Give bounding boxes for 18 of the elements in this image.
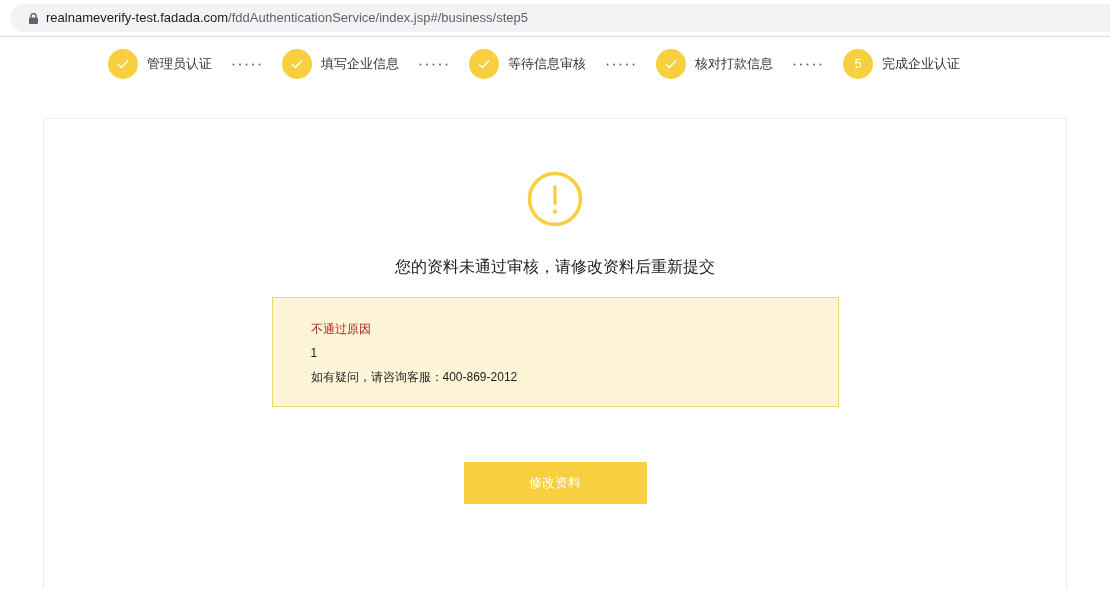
notice-heading: 不通过原因 [310,321,372,338]
step-label: 等待信息审核 [508,55,586,74]
lock-icon [29,12,38,24]
address-bar[interactable]: realnameverify-test.fadada.com/fddAuthenticationService/index.jsp#/business/step5 [10,4,1110,32]
dotted-separator-icon [606,62,636,66]
url-text: realnameverify-test.fadada.com/fddAuthenticationService/index.jsp#/business/step5 [46,9,528,28]
dotted-separator-icon [419,62,449,66]
result-title: 您的资料未通过审核，请修改资料后重新提交 [395,257,715,277]
contact-text: 如有疑问，请咨询客服：400-869-2012 [310,369,519,386]
reason-text: 1 [310,345,319,362]
step-number: 5 [843,49,873,79]
step-label: 核对打款信息 [695,55,773,74]
step-label: 完成企业认证 [882,55,960,74]
dotted-separator-icon [793,62,823,66]
step-label: 填写企业信息 [321,55,399,74]
dotted-separator-icon [232,62,262,66]
step-label: 管理员认证 [147,55,212,74]
warning-icon [527,171,583,227]
